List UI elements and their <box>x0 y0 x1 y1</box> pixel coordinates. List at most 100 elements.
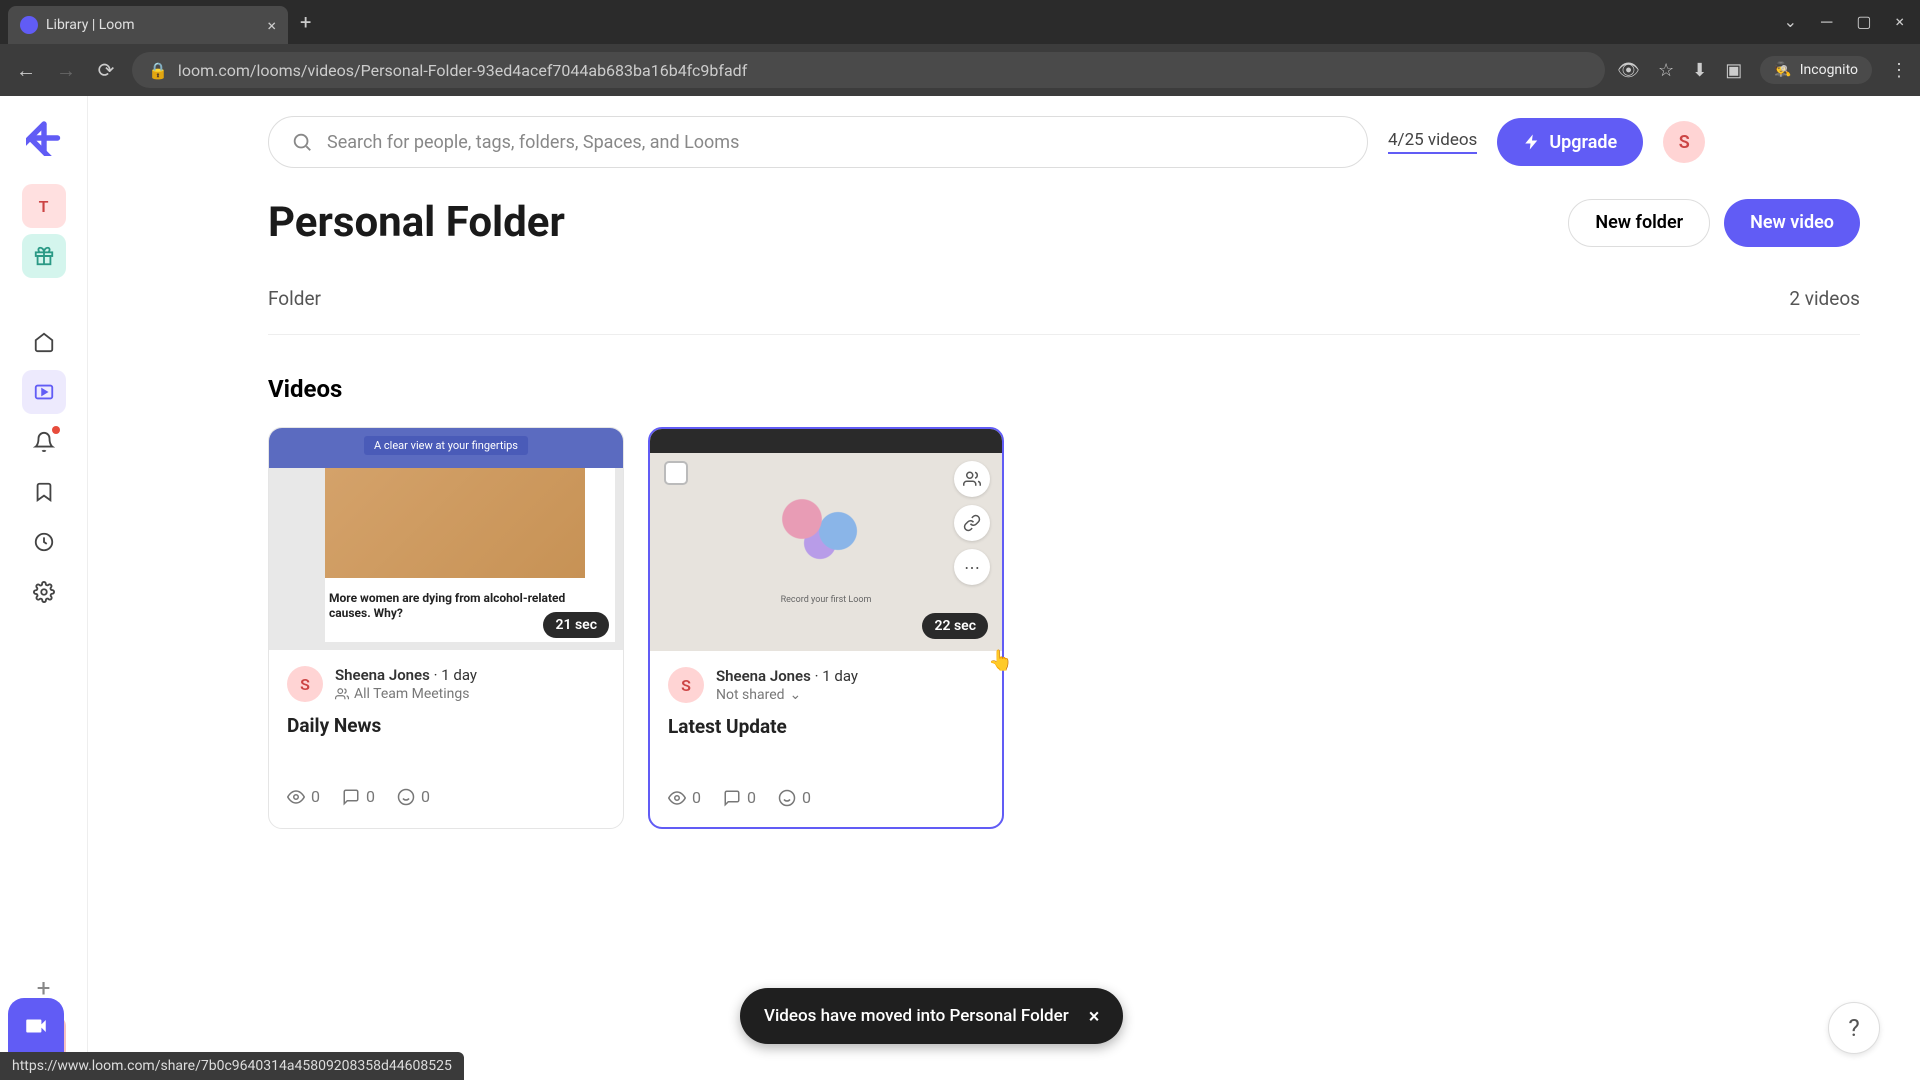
tab-favicon <box>20 16 38 34</box>
video-title: Daily News <box>287 714 605 737</box>
search-placeholder: Search for people, tags, folders, Spaces… <box>327 132 739 153</box>
video-age: 1 day <box>441 666 477 684</box>
eye-icon <box>668 789 686 807</box>
panel-icon[interactable]: ▣ <box>1725 60 1742 81</box>
smile-icon <box>397 788 415 806</box>
main-content: Search for people, tags, folders, Spaces… <box>88 96 1920 1080</box>
download-icon[interactable]: ⬇ <box>1692 60 1707 81</box>
share-label: Not shared <box>716 687 785 703</box>
toast-close-button[interactable]: × <box>1089 1004 1100 1028</box>
page-title: Personal Folder <box>268 198 565 247</box>
share-label: All Team Meetings <box>354 686 469 702</box>
url-text: loom.com/looms/videos/Personal-Folder-93… <box>178 61 747 80</box>
new-video-button[interactable]: New video <box>1724 199 1860 247</box>
video-age: 1 day <box>822 667 858 685</box>
loom-logo[interactable] <box>22 116 66 160</box>
sidebar: T + A <box>0 96 88 1080</box>
select-checkbox[interactable] <box>664 461 688 485</box>
folder-summary-row: Folder 2 videos <box>268 287 1860 335</box>
notifications-nav[interactable] <box>22 420 66 464</box>
reactions-stat: 0 <box>397 787 430 806</box>
author-name: Sheena Jones <box>716 667 811 685</box>
window-controls: ⌄ ─ ▢ × <box>1784 12 1912 32</box>
user-avatar[interactable]: S <box>1663 121 1705 163</box>
chevron-down-icon: ⌄ <box>790 687 802 703</box>
minimize-icon[interactable]: ─ <box>1821 12 1832 32</box>
library-nav[interactable] <box>22 370 66 414</box>
tab-close-icon[interactable]: × <box>267 16 276 35</box>
comment-icon <box>723 789 741 807</box>
user-initial: S <box>1679 132 1690 153</box>
new-tab-button[interactable]: + <box>288 10 323 34</box>
bookmark-star-icon[interactable]: ☆ <box>1658 60 1674 81</box>
video-card[interactable]: ⋯ Record your first Loom 22 sec S Sheena… <box>648 427 1004 829</box>
video-card[interactable]: A clear view at your fingertips More wom… <box>268 427 624 829</box>
share-status[interactable]: Not shared ⌄ <box>716 687 858 703</box>
thumb-image <box>325 468 585 578</box>
views-stat: 0 <box>668 788 701 807</box>
browser-tab[interactable]: Library | Loom × <box>8 6 288 44</box>
workspace-avatar[interactable]: T <box>22 184 66 228</box>
workspace-initial: T <box>39 197 49 216</box>
toast-notification: Videos have moved into Personal Folder × <box>740 988 1123 1044</box>
kebab-menu-icon[interactable]: ⋮ <box>1890 60 1908 81</box>
videos-section-title: Videos <box>268 375 1860 403</box>
search-icon <box>291 131 313 153</box>
incognito-badge[interactable]: 🕵 Incognito <box>1760 56 1872 84</box>
dots-icon: ⋯ <box>964 558 980 577</box>
reload-button[interactable]: ⟳ <box>92 58 120 82</box>
author-line: Sheena Jones · 1 day <box>335 666 477 684</box>
notification-dot <box>52 426 60 434</box>
tab-title: Library | Loom <box>46 17 259 33</box>
search-input[interactable]: Search for people, tags, folders, Spaces… <box>268 116 1368 168</box>
history-nav[interactable] <box>22 520 66 564</box>
author-name: Sheena Jones <box>335 666 430 684</box>
incognito-icon: 🕵 <box>1774 62 1791 78</box>
gift-button[interactable] <box>22 234 66 278</box>
bolt-icon <box>1523 133 1541 151</box>
video-stats: 0 0 0 <box>668 788 984 807</box>
home-nav[interactable] <box>22 320 66 364</box>
share-status[interactable]: All Team Meetings <box>335 686 477 702</box>
video-count[interactable]: 4/25 videos <box>1388 130 1477 154</box>
upgrade-button[interactable]: Upgrade <box>1497 118 1643 166</box>
close-window-icon[interactable]: × <box>1895 12 1904 32</box>
new-folder-button[interactable]: New folder <box>1568 199 1710 247</box>
page-header: Personal Folder New folder New video <box>268 198 1860 247</box>
address-bar[interactable]: 🔒 loom.com/looms/videos/Personal-Folder-… <box>132 52 1605 88</box>
back-button[interactable]: ← <box>12 58 40 83</box>
forward-button[interactable]: → <box>52 58 80 83</box>
video-camera-icon <box>23 1013 49 1039</box>
video-thumbnail[interactable]: A clear view at your fingertips More wom… <box>269 428 623 650</box>
settings-nav[interactable] <box>22 570 66 614</box>
author-avatar: S <box>287 666 323 702</box>
folder-label: Folder <box>268 287 321 310</box>
incognito-label: Incognito <box>1800 62 1858 78</box>
copy-link-button[interactable] <box>954 505 990 541</box>
top-bar: Search for people, tags, folders, Spaces… <box>268 116 1860 168</box>
toast-message: Videos have moved into Personal Folder <box>764 1006 1069 1026</box>
reactions-stat: 0 <box>778 788 811 807</box>
video-title: Latest Update <box>668 715 984 738</box>
thumb-banner: A clear view at your fingertips <box>364 436 528 455</box>
help-fab[interactable]: ? <box>1828 1002 1880 1054</box>
more-options-button[interactable]: ⋯ <box>954 549 990 585</box>
comments-stat: 0 <box>723 788 756 807</box>
bookmarks-nav[interactable] <box>22 470 66 514</box>
smile-icon <box>778 789 796 807</box>
maximize-icon[interactable]: ▢ <box>1856 12 1871 32</box>
eye-off-icon[interactable]: 👁 <box>1617 60 1640 81</box>
thumb-text: Record your first Loom <box>650 595 1002 605</box>
chevron-down-icon[interactable]: ⌄ <box>1784 12 1797 32</box>
thumb-illustration <box>766 487 886 567</box>
record-fab[interactable] <box>8 998 64 1054</box>
help-icon: ? <box>1848 1014 1859 1042</box>
duration-badge: 21 sec <box>543 612 609 638</box>
comment-icon <box>342 788 360 806</box>
browser-tab-strip: Library | Loom × + ⌄ ─ ▢ × <box>0 0 1920 44</box>
video-thumbnail[interactable]: ⋯ Record your first Loom 22 sec <box>650 429 1002 651</box>
views-stat: 0 <box>287 787 320 806</box>
video-grid: A clear view at your fingertips More wom… <box>268 427 1860 829</box>
comments-stat: 0 <box>342 787 375 806</box>
share-people-button[interactable] <box>954 461 990 497</box>
